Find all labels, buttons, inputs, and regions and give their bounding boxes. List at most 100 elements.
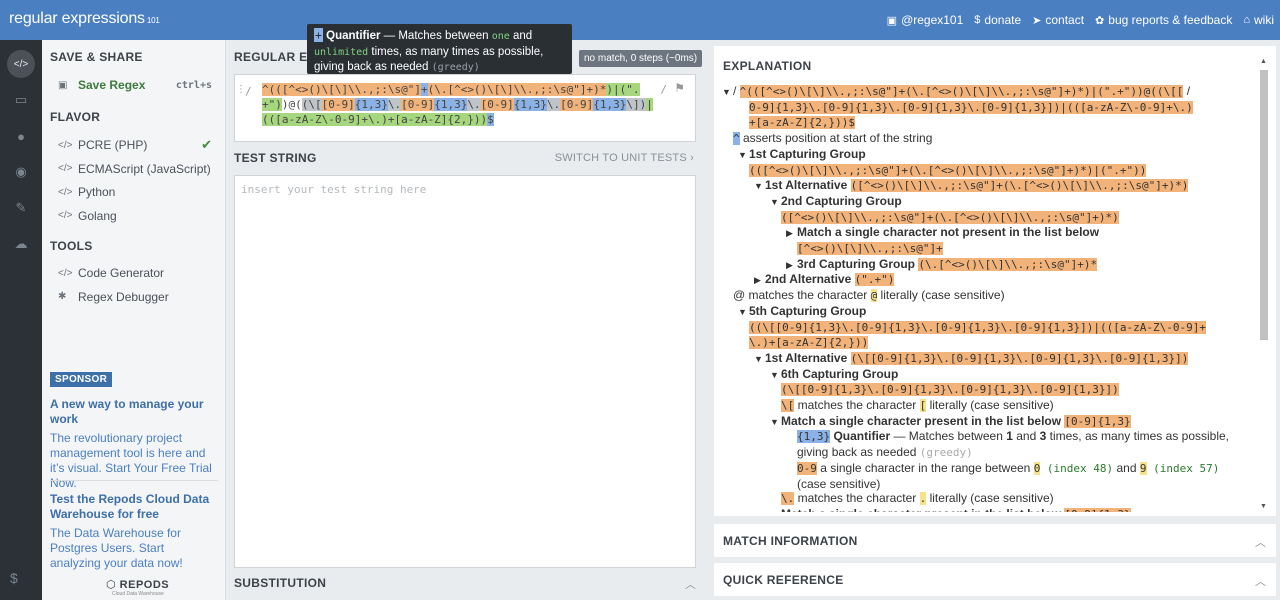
ad1-title[interactable]: A new way to manage your work [50,397,218,427]
regex-token[interactable]: ^(([^<>()\[\]\\.,;:\s@"] [262,83,421,96]
regex-text[interactable]: ^(([^<>()\[\]\\.,;:\s@"]+(\.[^<>()\[\]\\… [262,82,656,127]
top-link-2[interactable]: ➤ contact [1032,13,1084,27]
explanation-label: 2nd Capturing Group [781,193,902,208]
regex-token[interactable]: )| [606,83,620,96]
flags-icon[interactable]: ⚑ [674,81,685,95]
collapse-triangle-icon[interactable]: ▶ [786,226,797,241]
explanation-title[interactable]: EXPLANATION [723,59,811,73]
expand-triangle-icon[interactable]: ▼ [770,415,781,430]
explanation-label: 1st Alternative [765,350,851,365]
logo[interactable]: regular expressions 101 [9,10,160,28]
regex-token[interactable]: (\[ [301,98,322,111]
regex-token[interactable]: [0-9] [401,98,435,111]
expand-triangle-icon[interactable]: ▼ [738,148,749,163]
regex-token[interactable]: $ [487,113,494,126]
tools-heading: TOOLS [50,239,93,253]
regex-token[interactable]: \. [387,98,402,111]
regex-token[interactable]: (\.[^<>()\[\]\\.,;:\s@"]+)* [427,83,607,96]
regex-token[interactable]: [0-9] [480,98,514,111]
flavor-item[interactable]: </> Python [58,183,218,201]
regex-input[interactable]: ⋮ / ^(([^<>()\[\]\\.,;:\s@"]+(\.[^<>()\[… [234,74,696,142]
regex-token[interactable]: [0-9] [321,98,355,111]
chevron-up-icon[interactable]: ︿ [1255,534,1266,550]
collapse-triangle-icon[interactable]: ▶ [770,508,781,512]
expand-triangle-icon[interactable]: ▼ [770,368,781,383]
top-link-0[interactable]: ▣ @regex101 [887,13,964,27]
regex-token[interactable]: {1,3} [434,98,468,111]
chevron-up-icon[interactable]: ︿ [685,576,696,592]
quick-reference-panel[interactable]: QUICK REFERENCE ︿ [714,563,1276,596]
explanation-row: \.)+[a-zA-Z]{2,})) [722,335,1252,351]
switch-to-unit-tests-link[interactable]: SWITCH TO UNIT TESTS › [555,152,694,164]
book-icon[interactable]: ▭ [7,86,35,114]
repods-logo[interactable]: ⬡ REPODS [106,578,169,591]
expand-triangle-icon[interactable]: ▼ [722,85,733,100]
delimiter-left: / [245,85,252,98]
top-link-3[interactable]: ✿ bug reports & feedback [1095,13,1232,27]
repods-subtitle: Cloud Data Warehouse [112,591,164,597]
scroll-thumb[interactable] [1260,70,1268,340]
regex-token[interactable]: + [420,83,428,96]
expand-triangle-icon[interactable]: ▼ [738,305,749,320]
collapse-triangle-icon[interactable]: ▶ [786,258,797,273]
user-icon[interactable]: ● [7,122,35,150]
flavor-label: ECMAScript (JavaScript) [78,161,211,176]
ad1-body[interactable]: The revolutionary project management too… [50,431,218,491]
ad2-body[interactable]: The Data Warehouse for Postgres Users. S… [50,526,218,571]
flavor-heading: FLAVOR [50,110,101,124]
scroll-down-icon[interactable]: ▼ [1260,503,1267,510]
wrench-icon[interactable]: ✎ [7,194,35,222]
regex-token[interactable]: \]) [626,98,647,111]
tool-item[interactable]: ✱ Regex Debugger [58,288,218,306]
explanation-token: \. [781,492,795,506]
explanation-row: +[a-zA-Z]{2,}))$ [722,115,1252,131]
chat-icon[interactable]: ☁ [7,230,35,258]
explanation-text: literally (case sensitive) [926,398,1054,413]
regex-token[interactable]: {1,3} [593,98,627,111]
top-link-4[interactable]: ⌂ wiki [1243,13,1274,27]
regex-token[interactable]: \. [546,98,561,111]
dollar-icon[interactable]: $ [10,570,18,586]
substitution-title[interactable]: SUBSTITUTION [234,576,326,590]
expand-triangle-icon[interactable]: ▼ [754,179,765,194]
ad2-title[interactable]: Test the Repods Cloud Data Warehouse for… [50,492,218,522]
test-string-input[interactable]: insert your test string here [234,175,696,568]
scroll-up-icon[interactable]: ▲ [1260,58,1267,65]
flavor-label: Python [78,185,116,199]
explanation-token: (\.[^<>()\[\]\\.,;:\s@"]+)* [918,257,1098,271]
collapse-triangle-icon[interactable]: ▶ [754,273,765,288]
explanation-row: \. matches the character . literally (ca… [722,491,1252,507]
regex-token[interactable]: )@( [282,98,302,111]
save-regex-button[interactable]: ▣ Save Regex ctrl+s [58,76,218,94]
explanation-row: \[ matches the character [ literally (ca… [722,398,1252,414]
gamepad-icon[interactable]: ◉ [7,158,35,186]
top-link-1[interactable]: $ donate [974,13,1021,27]
explanation-token: 0-9 [797,461,817,475]
explanation-text: literally (case sensitive) [926,491,1054,506]
regex-token[interactable]: )) [473,113,488,126]
expand-triangle-icon[interactable]: ▼ [754,352,765,367]
explanation-text: literally (case sensitive) [877,288,1005,303]
expand-triangle-icon[interactable]: ▼ [770,195,781,210]
explanation-token: ([^<>()\[\]\\.,;:\s@"]+(\.[^<>()\[\]\\.,… [850,179,1189,193]
explanation-label: 5th Capturing Group [749,303,867,318]
flavor-item[interactable]: </> ECMAScript (JavaScript) [58,160,218,178]
regex-token[interactable]: {1,3} [513,98,547,111]
flavor-item[interactable]: </> PCRE (PHP) ✔ [58,136,218,154]
regex-token[interactable]: \. [467,98,481,111]
explanation-token: {1,3} [797,430,831,444]
regex-token[interactable]: (([a-zA-Z\-0-9]+\.)+[a-zA-Z]{2,} [262,113,474,126]
regex-token[interactable]: [0-9] [560,98,594,111]
delimiter-right: / [660,83,667,96]
match-information-panel[interactable]: MATCH INFORMATION ︿ [714,524,1276,557]
chevron-up-icon[interactable]: ︿ [1255,573,1266,589]
regex-token[interactable]: {1,3} [354,98,388,111]
code-icon[interactable]: </> [7,50,35,78]
explanation-row: ▼ 1st Alternative ([^<>()\[\]\\.,;:\s@"]+… [722,178,1252,194]
code-icon: </> [58,267,73,279]
code-icon: </> [58,139,73,151]
scrollbar[interactable]: ▲ ▼ [1260,58,1268,510]
flavor-item[interactable]: </> Golang [58,207,218,225]
regex-token[interactable]: | [646,98,653,111]
tool-item[interactable]: </> Code Generator [58,264,218,282]
